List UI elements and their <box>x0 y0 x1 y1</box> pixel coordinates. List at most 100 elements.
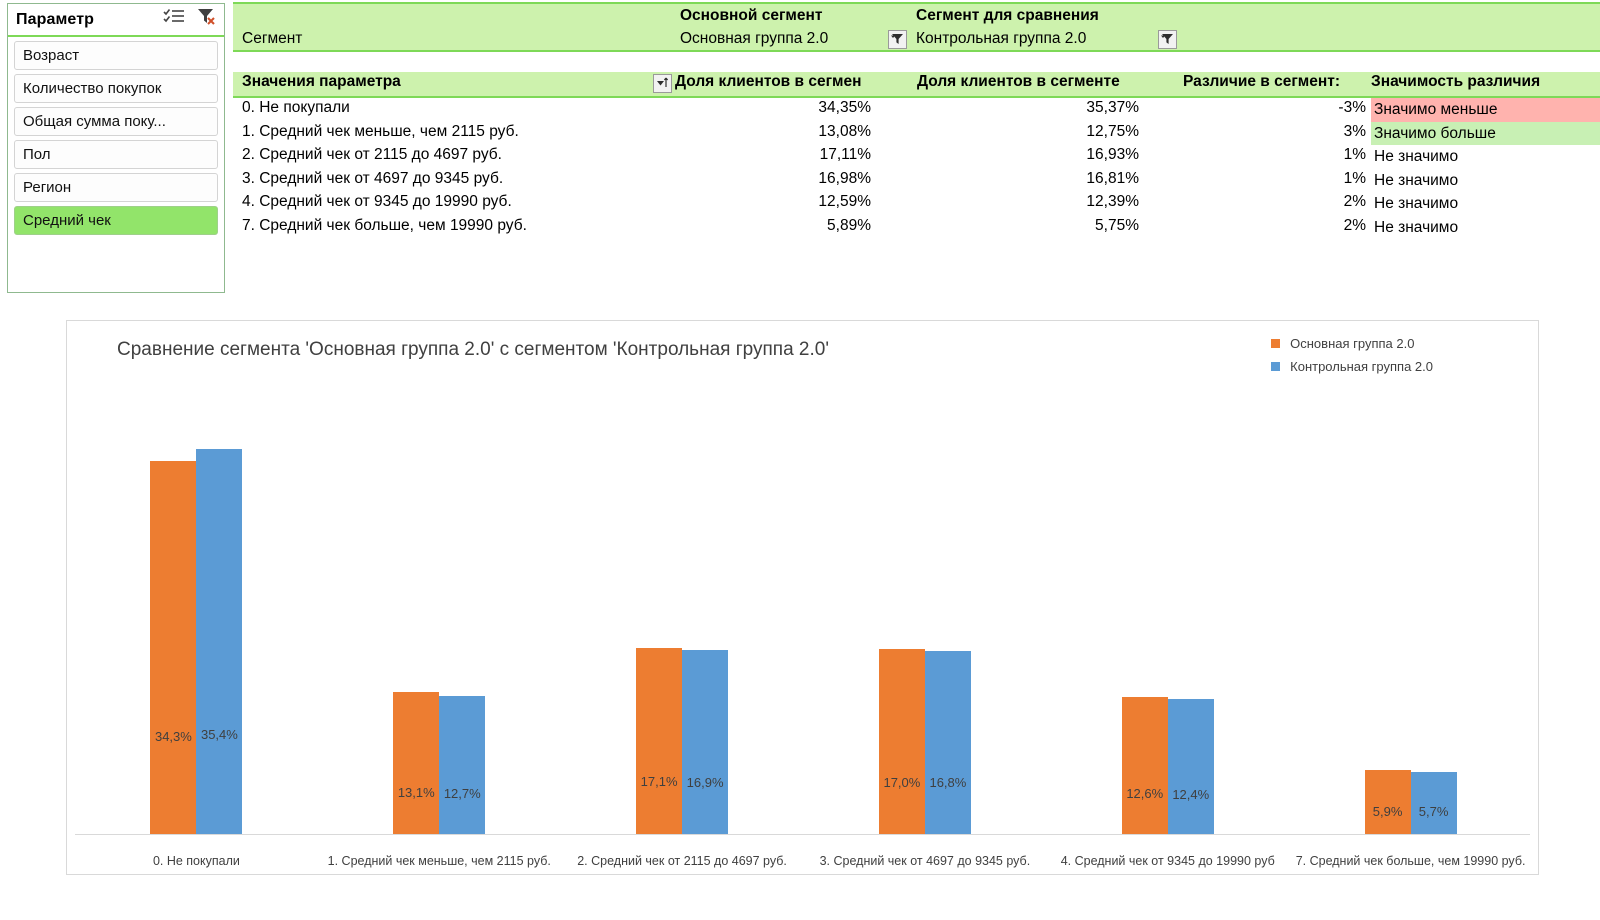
cell-main-share: 5,89% <box>827 216 871 234</box>
status-badge: Не значимо <box>1374 171 1459 189</box>
cell-difference: 2% <box>1343 193 1366 210</box>
slicer-item-1[interactable]: Количество покупок <box>14 74 218 103</box>
bar-value-label: 5,9% <box>1372 803 1403 819</box>
chart-title: Сравнение сегмента 'Основная группа 2.0'… <box>117 339 829 360</box>
cell-ctrl-share: 5,75% <box>1095 216 1139 234</box>
bar-value-label: 16,8% <box>929 775 967 791</box>
table-row: 2. Средний чек от 2115 до 4697 руб. 17,11… <box>233 145 1600 169</box>
legend-label: Контрольная группа 2.0 <box>1290 358 1433 374</box>
cell-param: 7. Средний чек больше, чем 19990 руб. <box>242 216 527 234</box>
status-badge: Не значимо <box>1374 218 1459 236</box>
bar-4-1: 12,4% <box>1167 699 1214 834</box>
parameter-slicer[interactable]: Параметр Возраст Количество покупок Общая … <box>7 3 225 293</box>
col-header-main-share: Доля клиентов в сегмен <box>675 73 862 90</box>
bar-value-label: 17,1% <box>640 774 678 790</box>
slicer-item-2[interactable]: Общая сумма поку... <box>14 107 218 136</box>
status-badge: Не значимо <box>1374 148 1459 165</box>
bar-value-label: 35,4% <box>200 726 238 742</box>
param-sort-filter-button[interactable] <box>653 74 672 93</box>
cell-param: 1. Средний чек меньше, чем 2115 руб. <box>242 122 519 140</box>
bar-1-0: 13,1% <box>393 691 440 834</box>
x-axis-label-0: 0. Не покупали <box>152 854 240 868</box>
bar-value-label: 12,6% <box>1126 786 1164 802</box>
legend-label: Основная группа 2.0 <box>1290 335 1415 351</box>
slicer-item-label: Регион <box>23 179 72 196</box>
bar-0-1: 35,4% <box>196 449 243 834</box>
x-axis-label-2: 2. Средний чек от 2115 до 4697 руб. <box>577 854 787 868</box>
cell-param: 2. Средний чек от 2115 до 4697 руб. <box>242 146 502 163</box>
chart-plot-area: 34,3% 35,4% 0. Не покупали 13,1% 12,7% 1. Сре… <box>75 401 1530 868</box>
slicer-title: Параметр <box>16 10 95 28</box>
cell-ctrl-share: 12,39% <box>1086 193 1139 210</box>
bar-value-label: 16,9% <box>686 774 724 790</box>
cell-param: 3. Средний чек от 4697 до 9345 руб. <box>242 169 504 187</box>
clear-filter-icon[interactable] <box>197 8 217 26</box>
compare-segment-value: Контрольная группа 2.0 <box>916 30 1087 47</box>
chart-legend: Основная группа 2.0 Контрольная группа 2.… <box>1271 333 1433 379</box>
cell-ctrl-share: 35,37% <box>1086 99 1139 116</box>
main-segment-header: Основной сегмент <box>680 7 823 24</box>
table-body: 0. Не покупали 34,35% 35,37% -3% Значимо мен… <box>233 98 1600 239</box>
cell-main-share: 34,35% <box>818 99 871 116</box>
main-segment-filter-button[interactable] <box>888 30 907 49</box>
chart-axis-line <box>75 834 1530 835</box>
multi-select-icon[interactable] <box>163 8 185 26</box>
cell-main-share: 17,11% <box>819 146 871 163</box>
col-header-param: Значения параметра <box>242 73 401 90</box>
bar-value-label: 13,1% <box>397 784 435 800</box>
bar-value-label: 5,7% <box>1418 804 1449 820</box>
bar-3-0: 17,0% <box>878 649 925 834</box>
bar-2-0: 17,1% <box>636 648 683 834</box>
bar-5-1: 5,7% <box>1410 772 1457 834</box>
legend-entry-1: Контрольная группа 2.0 <box>1271 356 1433 376</box>
cell-difference: 1% <box>1343 146 1366 163</box>
bar-value-label: 12,7% <box>443 785 481 801</box>
cell-param: 0. Не покупали <box>242 99 350 116</box>
table-row: 0. Не покупали 34,35% 35,37% -3% Значимо мен… <box>233 98 1600 122</box>
slicer-item-label: Пол <box>23 146 51 163</box>
bar-value-label: 12,4% <box>1172 786 1210 802</box>
slicer-header: Параметр <box>8 4 224 37</box>
legend-entry-0: Основная группа 2.0 <box>1271 333 1433 353</box>
x-axis-label-4: 4. Средний чек от 9345 до 19990 руб <box>1060 854 1275 868</box>
bar-value-label: 17,0% <box>883 774 921 790</box>
compare-segment-header: Сегмент для сравнения <box>916 7 1099 24</box>
comparison-bar-chart: Сравнение сегмента 'Основная группа 2.0'… <box>66 320 1539 875</box>
bar-3-1: 16,8% <box>924 651 971 834</box>
slicer-item-label: Количество покупок <box>23 80 162 97</box>
slicer-item-label: Общая сумма поку... <box>23 113 166 130</box>
col-header-significance: Значимость различия <box>1371 73 1541 90</box>
cell-main-share: 16,98% <box>818 169 871 187</box>
x-axis-label-1: 1. Средний чек меньше, чем 2115 руб. <box>327 854 551 868</box>
table-row: 4. Средний чек от 9345 до 19990 руб. 12,5… <box>233 192 1600 216</box>
segment-row-label: Сегмент <box>242 30 303 47</box>
bar-2-1: 16,9% <box>682 650 729 834</box>
slicer-item-5[interactable]: Средний чек <box>14 206 218 235</box>
status-badge: Значимо меньше <box>1371 98 1600 122</box>
bar-value-label: 34,3% <box>154 729 192 745</box>
slicer-item-label: Возраст <box>23 47 80 64</box>
cell-difference: 3% <box>1343 122 1366 140</box>
bar-5-0: 5,9% <box>1364 769 1411 834</box>
x-axis-label-5: 7. Средний чек больше, чем 19990 руб. <box>1295 854 1526 868</box>
bar-0-0: 34,3% <box>150 461 197 834</box>
col-header-difference: Различие в сегмент: <box>1183 73 1341 90</box>
slicer-item-4[interactable]: Регион <box>14 173 218 202</box>
cell-main-share: 12,59% <box>818 193 871 210</box>
table-row: 3. Средний чек от 4697 до 9345 руб. 16,98… <box>233 169 1600 193</box>
table-row: 1. Средний чек меньше, чем 2115 руб. 13,0… <box>233 121 1600 145</box>
cell-difference: -3% <box>1338 99 1366 116</box>
comparison-table: Значения параметра Доля клиентов в сегме… <box>233 72 1600 239</box>
compare-segment-filter-button[interactable] <box>1158 30 1177 49</box>
bar-4-0: 12,6% <box>1121 696 1168 834</box>
table-header-row: Значения параметра Доля клиентов в сегме… <box>233 72 1600 98</box>
cell-difference: 2% <box>1343 216 1366 234</box>
main-segment-value: Основная группа 2.0 <box>680 30 829 47</box>
slicer-item-label: Средний чек <box>23 212 111 229</box>
cell-main-share: 13,08% <box>818 122 871 140</box>
slicer-item-0[interactable]: Возраст <box>14 41 218 70</box>
cell-difference: 1% <box>1343 169 1366 187</box>
status-badge: Не значимо <box>1374 195 1459 212</box>
slicer-item-3[interactable]: Пол <box>14 140 218 169</box>
segment-filter-bar: Основной сегмент Сегмент для сравнения У… <box>233 2 1600 52</box>
